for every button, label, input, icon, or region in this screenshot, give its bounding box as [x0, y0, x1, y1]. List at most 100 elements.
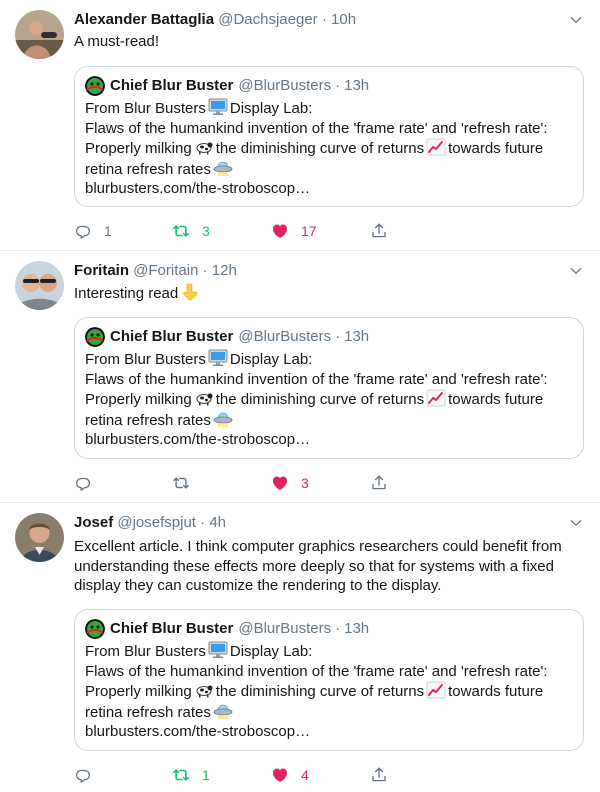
heart-icon [271, 766, 289, 784]
share-button[interactable] [370, 474, 388, 492]
heart-icon [271, 474, 289, 492]
share-icon [370, 222, 388, 240]
tweet-text: A must-read! [74, 33, 160, 50]
display-name[interactable]: Alexander Battaglia [74, 11, 214, 28]
quoted-line: Flaws of the humankind invention of the … [85, 119, 548, 137]
quoted-tweet[interactable]: Chief Blur Buster @BlurBusters · 13h Fro… [74, 66, 584, 207]
display-name[interactable]: Josef [74, 514, 113, 531]
tweet-header: Alexander Battaglia @Dachsjaeger · 10h [74, 10, 560, 30]
blurbusters-logo-icon [85, 327, 105, 347]
like-button[interactable]: 3 [271, 474, 309, 492]
quoted-line: Properly milking [85, 391, 192, 408]
tweet-text-line: display they can customize the rendering… [74, 577, 442, 594]
reply-icon [74, 766, 92, 784]
blurbusters-logo-icon [85, 76, 105, 96]
chart-increasing-icon [426, 138, 446, 156]
quoted-handle: @BlurBusters [238, 620, 332, 637]
cow-icon [194, 138, 214, 156]
quoted-handle: @BlurBusters [238, 328, 332, 345]
quoted-timestamp: 13h [344, 328, 370, 345]
tweet[interactable]: Alexander Battaglia @Dachsjaeger · 10h A… [0, 0, 600, 251]
computer-icon [208, 349, 228, 367]
display-name[interactable]: Foritain [74, 262, 129, 279]
chevron-down-icon[interactable] [568, 515, 584, 531]
quoted-display-name: Chief Blur Buster [110, 328, 234, 345]
separator: · [335, 328, 341, 345]
tweet-header: Foritain @Foritain · 12h [74, 261, 560, 281]
avatar[interactable] [15, 513, 64, 562]
quoted-text: From Blur Busters Display Lab: Flaws of t… [85, 641, 573, 742]
tweet-text: Excellent article. I think computer grap… [74, 537, 584, 596]
timestamp[interactable]: 12h [212, 262, 237, 279]
tweet-actions: 1 4 [74, 766, 404, 786]
quoted-display-name: Chief Blur Buster [110, 620, 234, 637]
like-button[interactable]: 17 [271, 222, 317, 240]
timestamp[interactable]: 4h [209, 514, 226, 531]
ufo-icon [213, 159, 233, 177]
quoted-line: towards future [448, 391, 544, 408]
cow-icon [194, 681, 214, 699]
retweet-count: 1 [202, 767, 210, 783]
share-button[interactable] [370, 766, 388, 784]
retweet-button[interactable]: 3 [172, 222, 210, 240]
retweet-icon [172, 474, 190, 492]
quoted-timestamp: 13h [344, 620, 370, 637]
ufo-icon [213, 702, 233, 720]
user-handle[interactable]: @josefspjut [117, 514, 196, 531]
reply-button[interactable] [74, 474, 104, 492]
quoted-text: From Blur Busters Display Lab: Flaws of t… [85, 349, 573, 450]
chart-increasing-icon [426, 681, 446, 699]
tweet-text-line: understanding these effects more deeply … [74, 557, 554, 575]
like-button[interactable]: 4 [271, 766, 309, 784]
quoted-link[interactable]: blurbusters.com/the-stroboscop… [85, 179, 573, 199]
chevron-down-icon[interactable] [568, 12, 584, 28]
reply-count: 1 [104, 223, 112, 239]
retweet-button[interactable]: 1 [172, 766, 210, 784]
quoted-line: the diminishing curve of returns [215, 391, 425, 408]
chevron-down-icon[interactable] [568, 263, 584, 279]
blurbusters-logo-icon [85, 619, 105, 639]
avatar[interactable] [15, 10, 64, 59]
tweet-text: Interesting read [74, 283, 584, 304]
reply-icon [74, 474, 92, 492]
retweet-button[interactable] [172, 474, 202, 492]
quoted-header: Chief Blur Buster @BlurBusters · 13h [85, 618, 573, 640]
reply-button[interactable]: 1 [74, 222, 112, 240]
quoted-header: Chief Blur Buster @BlurBusters · 13h [85, 326, 573, 348]
quoted-link[interactable]: blurbusters.com/the-stroboscop… [85, 430, 573, 450]
user-handle[interactable]: @Dachsjaeger [218, 11, 317, 28]
separator: · [200, 514, 206, 531]
tweet-header: Josef @josefspjut · 4h [74, 513, 560, 533]
chart-increasing-icon [426, 389, 446, 407]
quoted-line: Display Lab: [229, 351, 313, 368]
timestamp[interactable]: 10h [331, 11, 356, 28]
quoted-line: From Blur Busters [85, 351, 206, 368]
quoted-line: Display Lab: [229, 643, 313, 660]
separator: · [202, 262, 208, 279]
quoted-tweet[interactable]: Chief Blur Buster @BlurBusters · 13h Fro… [74, 317, 584, 459]
retweet-icon [172, 222, 190, 240]
reply-icon [74, 222, 92, 240]
share-button[interactable] [370, 222, 388, 240]
tweet[interactable]: Foritain @Foritain · 12h Interesting rea… [0, 251, 600, 503]
quoted-tweet[interactable]: Chief Blur Buster @BlurBusters · 13h Fro… [74, 609, 584, 751]
computer-icon [208, 641, 228, 659]
quoted-text: From Blur Busters Display Lab: Flaws of t… [85, 98, 573, 199]
user-handle[interactable]: @Foritain [133, 262, 198, 279]
share-icon [370, 766, 388, 784]
separator: · [335, 77, 341, 94]
like-count: 3 [301, 475, 309, 491]
quoted-link[interactable]: blurbusters.com/the-stroboscop… [85, 722, 573, 742]
tweet[interactable]: Josef @josefspjut · 4h Excellent article… [0, 503, 600, 792]
quoted-line: Display Lab: [229, 100, 313, 117]
avatar[interactable] [15, 261, 64, 310]
quoted-handle: @BlurBusters [238, 77, 332, 94]
tweet-actions: 3 [74, 474, 404, 494]
quoted-line: Properly milking [85, 140, 192, 157]
like-count: 17 [301, 223, 317, 239]
quoted-display-name: Chief Blur Buster [110, 77, 234, 94]
quoted-line: From Blur Busters [85, 100, 206, 117]
retweet-count: 3 [202, 223, 210, 239]
cow-icon [194, 389, 214, 407]
reply-button[interactable] [74, 766, 104, 784]
